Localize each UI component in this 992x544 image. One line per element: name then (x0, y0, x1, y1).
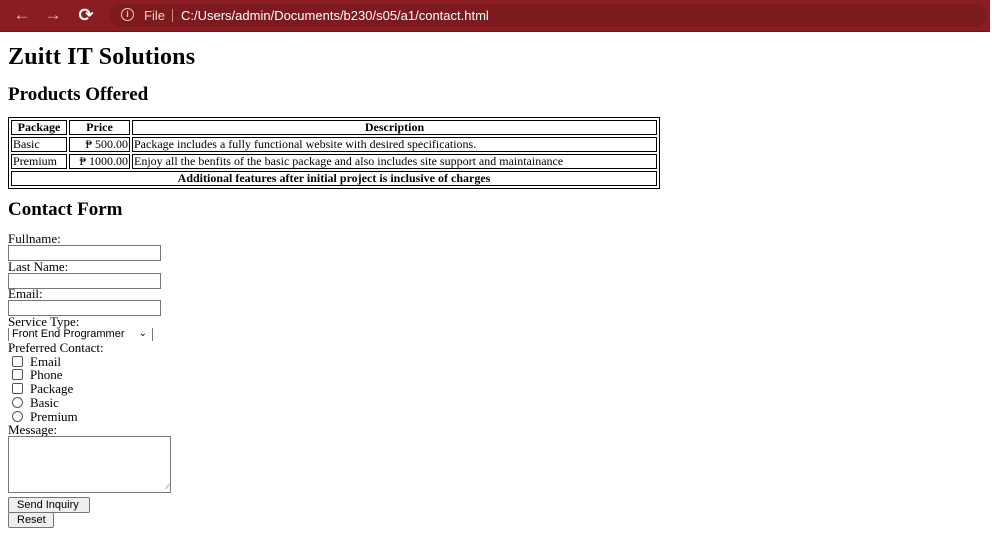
info-icon[interactable]: i (121, 8, 134, 21)
package-checkbox[interactable] (12, 383, 23, 394)
page-content: Zuitt IT Solutions Products Offered Pack… (0, 31, 992, 544)
cell-package: Basic (11, 137, 67, 152)
back-arrow-icon[interactable]: ← (13, 6, 31, 24)
service-type-value: Front End Programmer (12, 328, 125, 340)
header-description: Description (132, 120, 657, 135)
cell-package: Premium (11, 154, 67, 169)
scheme-label: File (144, 8, 165, 23)
service-type-label: Service Type: (8, 314, 80, 329)
address-separator (172, 9, 173, 22)
products-table: Package Price Description Basic ₱ 500.00… (8, 117, 660, 189)
contact-heading: Contact Form (8, 199, 123, 220)
fullname-label: Fullname: (8, 231, 61, 246)
package-checkbox-option[interactable]: Package (12, 382, 73, 396)
cell-price: ₱ 1000.00 (69, 154, 130, 169)
cell-description: Package includes a fully functional webs… (132, 137, 657, 152)
reset-button[interactable]: Reset (8, 512, 54, 528)
basic-radio-label: Basic (30, 395, 59, 410)
forward-arrow-icon[interactable]: → (44, 6, 62, 24)
products-heading: Products Offered (8, 84, 149, 105)
basic-radio[interactable] (12, 397, 23, 408)
basic-radio-option[interactable]: Basic (12, 396, 59, 410)
cell-price: ₱ 500.00 (69, 137, 130, 152)
resize-grip-icon[interactable]: ∕∕ (166, 483, 169, 491)
header-price: Price (69, 120, 130, 135)
browser-toolbar: ← → ⟳ i File C:/Users/admin/Documents/b2… (0, 0, 990, 32)
table-footer: Additional features after initial projec… (11, 171, 657, 186)
header-package: Package (11, 120, 67, 135)
url-text[interactable]: C:/Users/admin/Documents/b230/s05/a1/con… (181, 8, 489, 23)
preferred-contact-label: Preferred Contact: (8, 340, 104, 355)
address-bar[interactable]: i File C:/Users/admin/Documents/b230/s05… (109, 4, 987, 27)
chevron-down-icon: ⌄ (138, 328, 147, 339)
package-checkbox-label: Package (30, 381, 74, 396)
premium-radio[interactable] (12, 411, 23, 422)
phone-checkbox-label: Phone (30, 367, 63, 382)
reload-icon[interactable]: ⟳ (77, 6, 95, 24)
email-label: Email: (8, 286, 43, 301)
page-title: Zuitt IT Solutions (8, 44, 196, 70)
message-label: Message: (8, 422, 58, 437)
table-footer-row: Additional features after initial projec… (11, 171, 657, 186)
message-textarea[interactable]: ∕∕ (8, 436, 171, 493)
table-row: Premium ₱ 1000.00 Enjoy all the benfits … (11, 154, 657, 169)
table-row: Basic ₱ 500.00 Package includes a fully … (11, 137, 657, 152)
phone-checkbox-option[interactable]: Phone (12, 368, 63, 382)
send-inquiry-button[interactable]: Send Inquiry (8, 497, 90, 513)
cell-description: Enjoy all the benfits of the basic packa… (132, 154, 657, 169)
phone-checkbox[interactable] (12, 369, 23, 380)
email-checkbox[interactable] (12, 356, 23, 367)
table-header-row: Package Price Description (11, 120, 657, 135)
lastname-label: Last Name: (8, 259, 69, 274)
